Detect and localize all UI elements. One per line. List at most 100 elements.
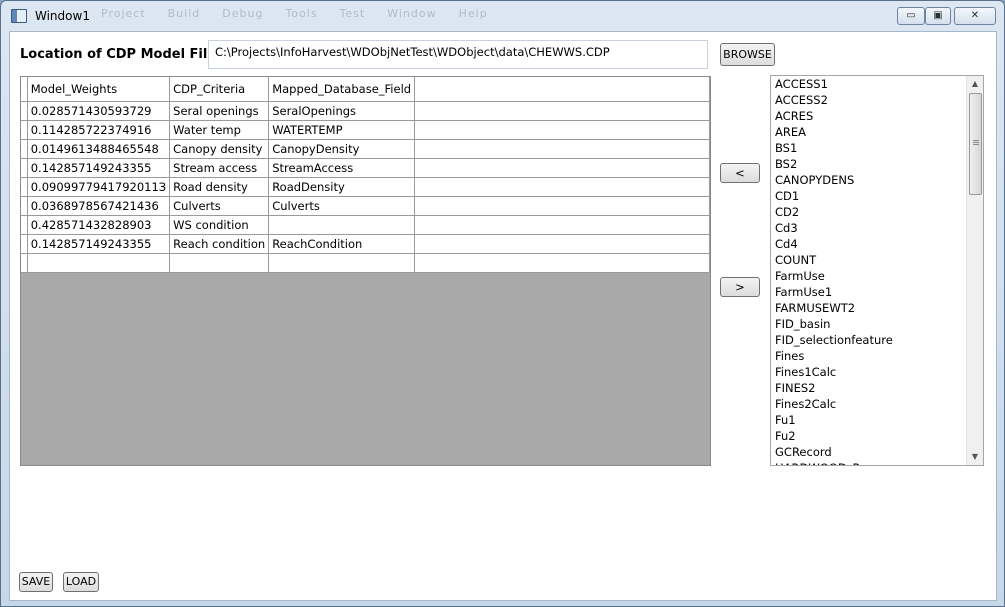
cell-mapped-field[interactable]: Culverts (268, 196, 416, 216)
cell-model-weight[interactable]: 0.0149613488465548 (27, 139, 171, 159)
list-item[interactable]: Fines (771, 348, 983, 364)
window-app-icon (11, 9, 27, 23)
table-row[interactable]: 0.142857149243355 Stream access StreamAcce… (21, 158, 710, 178)
load-button[interactable]: LOAD (63, 572, 99, 592)
table-row[interactable] (21, 253, 710, 273)
cell-model-weight[interactable]: 0.142857149243355 (27, 158, 171, 178)
save-button[interactable]: SAVE (19, 572, 53, 592)
cell-model-weight[interactable]: 0.0368978567421436 (27, 196, 171, 216)
list-item[interactable]: ACRES (771, 108, 983, 124)
list-item[interactable]: BS2 (771, 156, 983, 172)
scroll-down-icon[interactable]: ▼ (967, 449, 983, 465)
ghost-menu-item: Project (101, 7, 146, 20)
unmap-field-right-button[interactable]: > (720, 277, 760, 297)
map-field-left-button[interactable]: < (720, 163, 760, 183)
window-title: Window1 (35, 9, 90, 23)
cell-cdp-criteria[interactable]: Reach condition (169, 234, 270, 254)
browse-button[interactable]: BROWSE (720, 43, 775, 66)
row-filler (414, 196, 710, 216)
row-filler (414, 215, 710, 235)
scroll-thumb[interactable] (969, 93, 982, 195)
cell-model-weight[interactable]: 0.028571430593729 (27, 101, 171, 121)
list-item[interactable]: HARDWOOD_P (771, 460, 983, 465)
criteria-mapping-grid: Model_Weights CDP_Criteria Mapped_Databa… (20, 76, 711, 466)
column-header-cdp-criteria[interactable]: CDP_Criteria (169, 77, 270, 102)
cdp-file-path-input[interactable]: C:\Projects\InfoHarvest\WDObjNetTest\WDO… (208, 40, 708, 69)
cdp-file-label: Location of CDP Model File (20, 47, 217, 62)
row-filler (414, 158, 710, 178)
list-item[interactable]: CD1 (771, 188, 983, 204)
column-header-model-weights[interactable]: Model_Weights (27, 77, 171, 102)
table-row[interactable]: 0.0909977941792011З Road density RoadDensi… (21, 177, 710, 197)
cell-mapped-field[interactable]: RoadDensity (268, 177, 416, 197)
close-button[interactable]: ✕ (954, 7, 996, 25)
list-item[interactable]: FarmUse (771, 268, 983, 284)
cell-model-weight[interactable]: 0.142857149243355 (27, 234, 171, 254)
cell-mapped-field[interactable]: StreamAccess (268, 158, 416, 178)
scroll-up-icon[interactable]: ▲ (967, 76, 983, 92)
list-item[interactable]: Cd4 (771, 236, 983, 252)
cell-model-weight[interactable] (27, 253, 171, 273)
client-area: Location of CDP Model File C:\Projects\I… (9, 31, 997, 601)
cell-mapped-field[interactable]: SeralOpenings (268, 101, 416, 121)
list-item[interactable]: Fines1Calc (771, 364, 983, 380)
list-item[interactable]: AREA (771, 124, 983, 140)
cell-mapped-field[interactable] (268, 253, 416, 273)
list-item[interactable]: FID_basin (771, 316, 983, 332)
list-item[interactable]: FARMUSEWT2 (771, 300, 983, 316)
list-item[interactable]: ACCESS1 (771, 76, 983, 92)
list-item[interactable]: Fines2Calc (771, 396, 983, 412)
cell-cdp-criteria[interactable]: WS condition (169, 215, 270, 235)
table-row[interactable]: 0.142857149243355 Reach condition ReachCon… (21, 234, 710, 254)
title-bar[interactable]: Window1 Project Build Debug Tools Test Window… (1, 1, 1004, 31)
grip-icon (973, 140, 979, 146)
row-filler (414, 234, 710, 254)
cell-cdp-criteria[interactable]: Road density (169, 177, 270, 197)
background-menu-ghost: Project Build Debug Tools Test Window Help (101, 7, 510, 20)
ghost-menu-item: Build (167, 7, 201, 20)
list-item[interactable]: FarmUse1 (771, 284, 983, 300)
cell-cdp-criteria[interactable]: Canopy density (169, 139, 270, 159)
list-item[interactable]: CD2 (771, 204, 983, 220)
table-row[interactable]: 0.428571432828903 WS condition (21, 215, 710, 235)
maximize-button[interactable]: ▣ (925, 7, 951, 25)
list-item[interactable]: Fu1 (771, 412, 983, 428)
table-row[interactable]: 0.0368978567421436 Culverts Culverts (21, 196, 710, 216)
cell-cdp-criteria[interactable] (169, 253, 270, 273)
list-item[interactable]: Fu2 (771, 428, 983, 444)
field-list-scrollbar[interactable]: ▲ ▼ (966, 76, 983, 465)
database-field-list[interactable]: ACCESS1 ACCESS2 ACRES AREA BS1 BS2 CANOPYDENS C… (770, 75, 984, 466)
ghost-menu-item: Help (458, 7, 488, 20)
ghost-menu-item: Debug (222, 7, 264, 20)
ghost-menu-item: Window (387, 7, 437, 20)
cell-mapped-field[interactable] (268, 215, 416, 235)
minimize-button[interactable]: ▭ (897, 7, 925, 25)
cell-model-weight[interactable]: 0.114285722374916 (27, 120, 171, 140)
list-item[interactable]: COUNT (771, 252, 983, 268)
table-row[interactable]: 0.0149613488465548 Canopy density CanopyDe… (21, 139, 710, 159)
cell-mapped-field[interactable]: WATERTEMP (268, 120, 416, 140)
list-item[interactable]: FID_selectionfeature (771, 332, 983, 348)
list-item[interactable]: FINES2 (771, 380, 983, 396)
cell-cdp-criteria[interactable]: Seral openings (169, 101, 270, 121)
application-window: Window1 Project Build Debug Tools Test Window… (0, 0, 1005, 607)
list-item[interactable]: CANOPYDENS (771, 172, 983, 188)
row-filler (414, 253, 710, 273)
table-row[interactable]: 0.114285722374916 Water temp WATERTEMP (21, 120, 710, 140)
list-item[interactable]: GCRecord (771, 444, 983, 460)
ghost-menu-item: Test (339, 7, 366, 20)
cell-mapped-field[interactable]: CanopyDensity (268, 139, 416, 159)
cell-model-weight[interactable]: 0.0909977941792011З (27, 177, 171, 197)
list-item[interactable]: ACCESS2 (771, 92, 983, 108)
cell-cdp-criteria[interactable]: Stream access (169, 158, 270, 178)
list-item[interactable]: BS1 (771, 140, 983, 156)
row-filler (414, 139, 710, 159)
cell-mapped-field[interactable]: ReachCondition (268, 234, 416, 254)
column-header-mapped-field[interactable]: Mapped_Database_Field (268, 77, 416, 102)
cell-cdp-criteria[interactable]: Water temp (169, 120, 270, 140)
list-item[interactable]: Cd3 (771, 220, 983, 236)
table-row[interactable]: 0.028571430593729 Seral openings SeralOpen… (21, 101, 710, 121)
ghost-menu-item: Tools (285, 7, 318, 20)
cell-model-weight[interactable]: 0.428571432828903 (27, 215, 171, 235)
cell-cdp-criteria[interactable]: Culverts (169, 196, 270, 216)
